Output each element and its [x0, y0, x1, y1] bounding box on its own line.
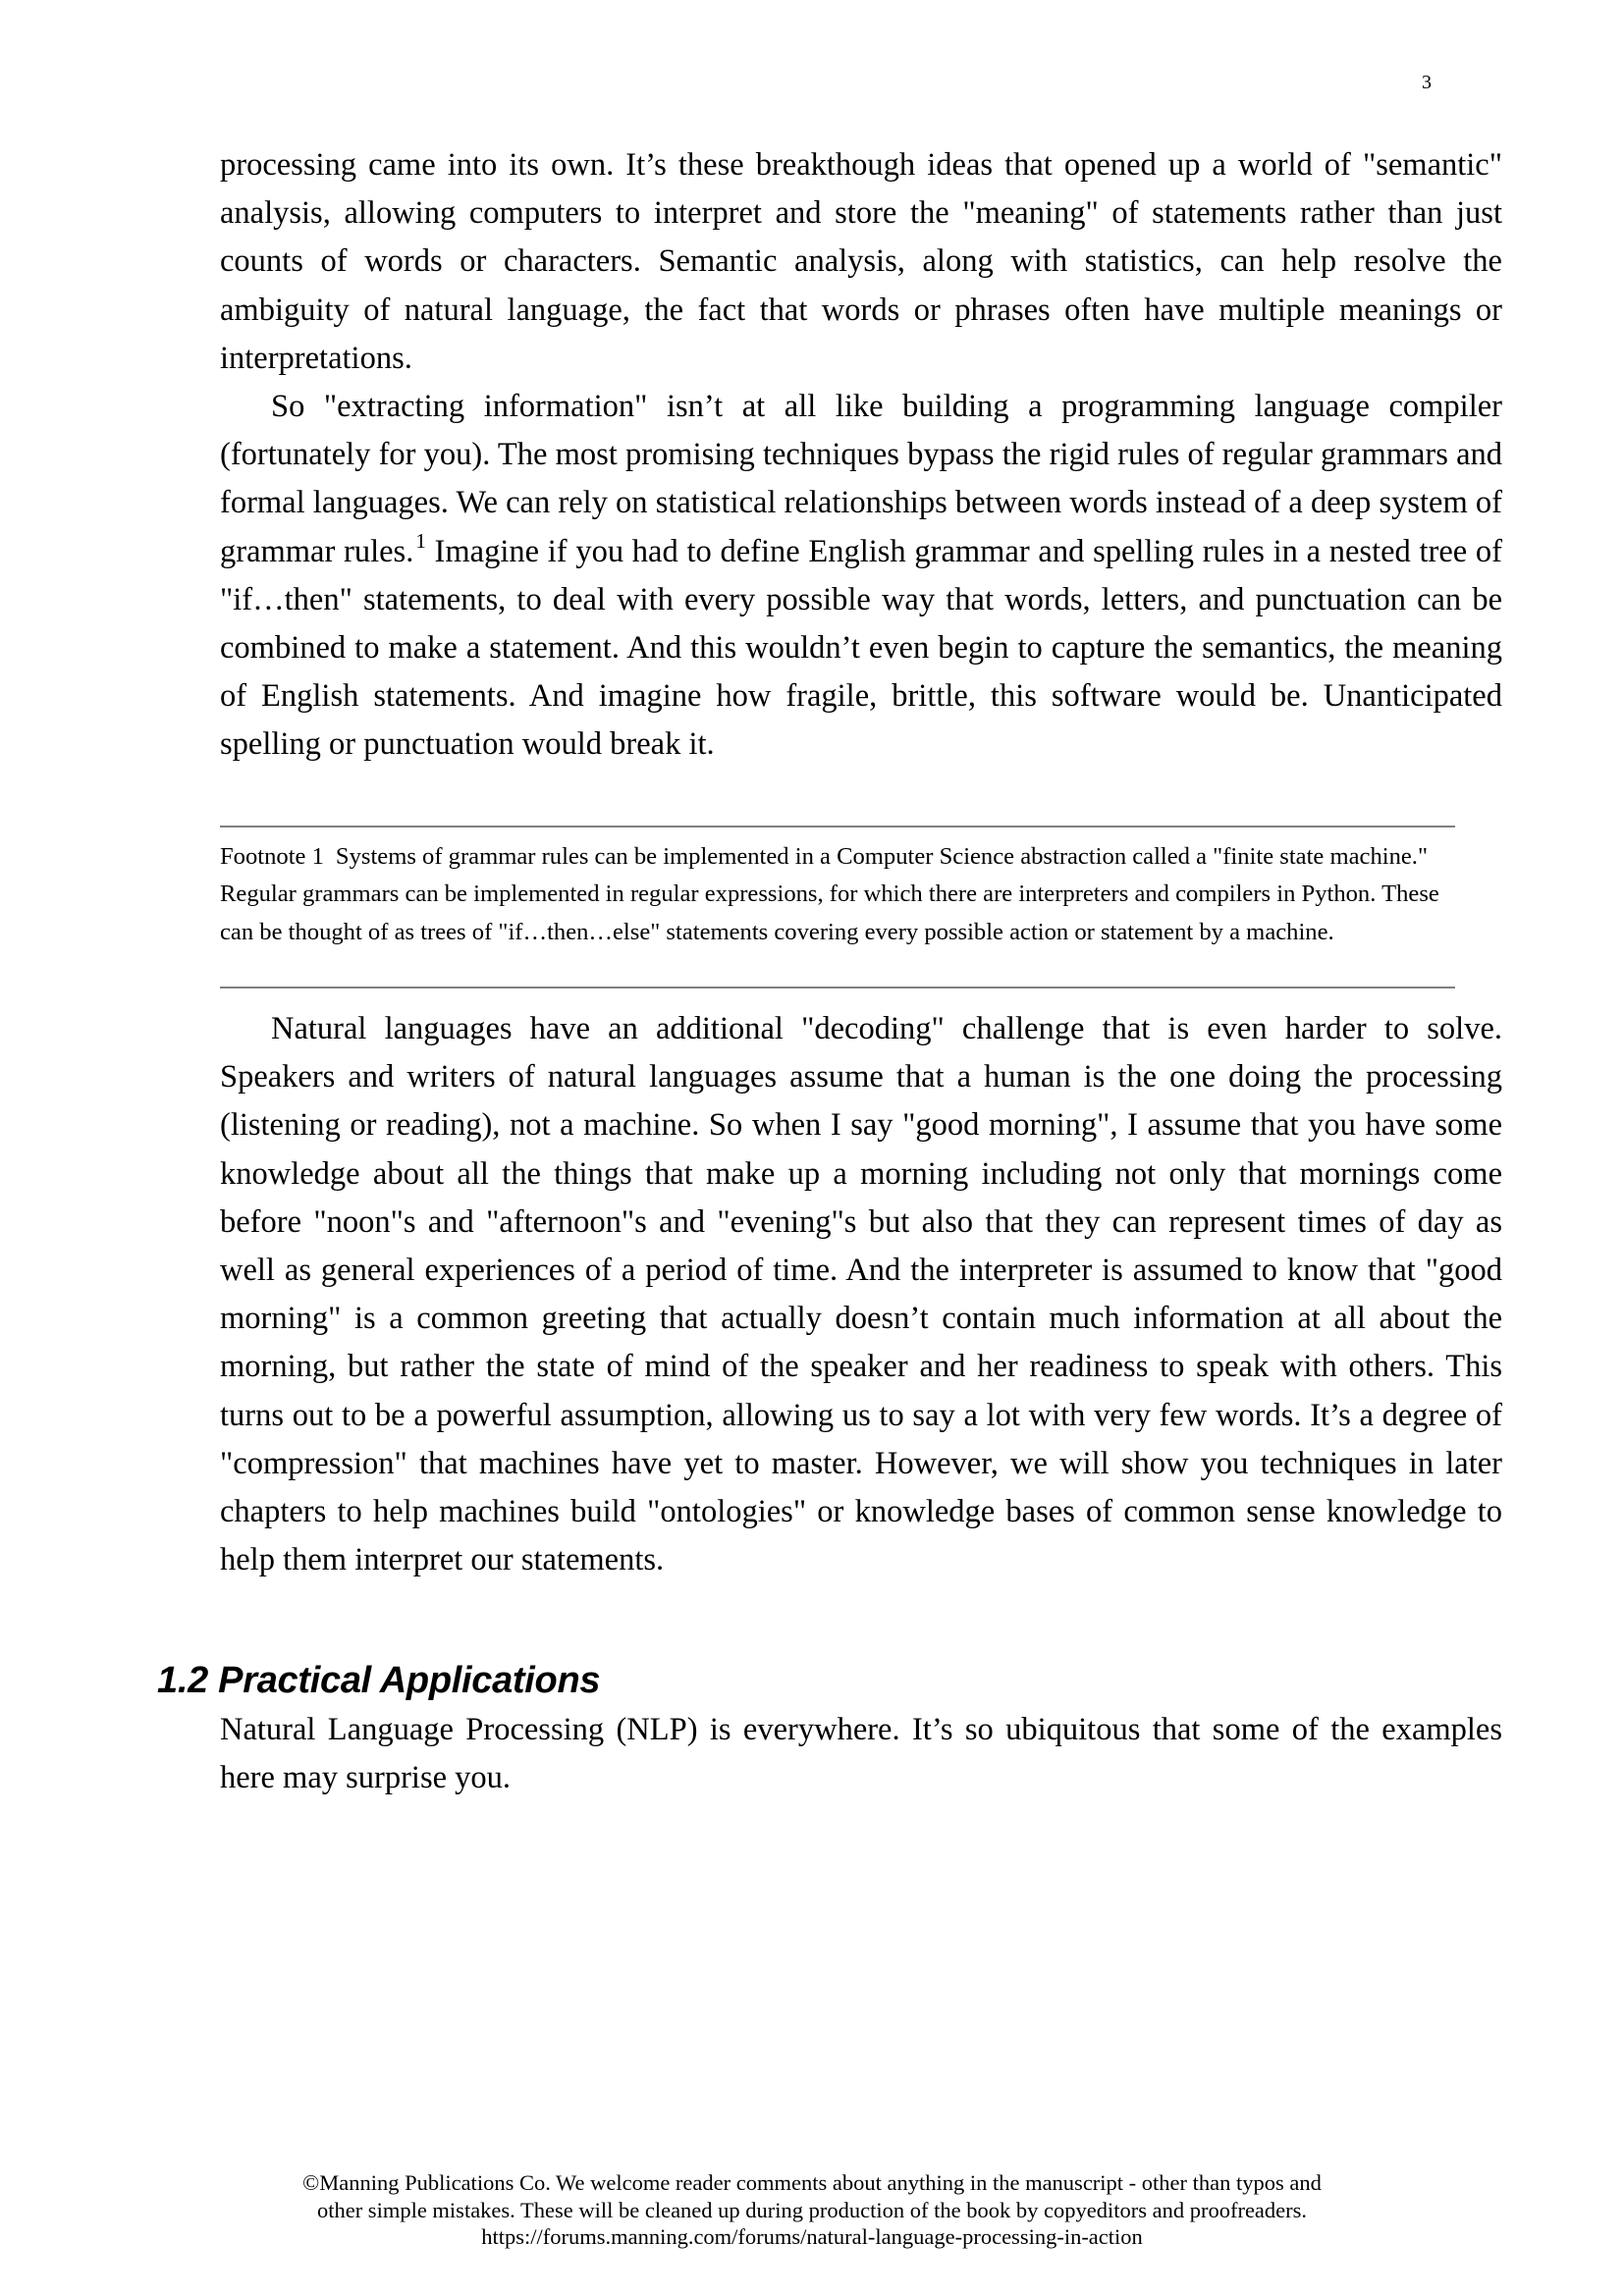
footer-forum-link[interactable]: https://forums.manning.com/forums/natura… — [196, 2223, 1428, 2251]
section-body-text: Natural Language Processing (NLP) is eve… — [220, 1706, 1502, 1802]
footer-copyright-line: ©Manning Publications Co. We welcome rea… — [302, 2170, 1322, 2195]
paragraph: Natural languages have an additional "de… — [220, 1011, 1502, 1578]
page-number: 3 — [1422, 72, 1432, 93]
footnote-text: Systems of grammar rules can be implemen… — [220, 843, 1439, 945]
footnote: Footnote 1 Systems of grammar rules can b… — [220, 838, 1455, 951]
document-page: { "page": { "number": "3" }, "paragraphs… — [0, 0, 1624, 2296]
footer-notice-line: other simple mistakes. These will be cle… — [316, 2197, 1308, 2222]
body-text-block: processing came into its own. It’s these… — [220, 141, 1502, 770]
footnote-divider-bottom — [220, 987, 1455, 988]
section-heading: 1.2 Practical Applications — [157, 1660, 601, 1701]
paragraph: Natural Language Processing (NLP) is eve… — [220, 1712, 1502, 1796]
footnote-label: Footnote 1 — [220, 843, 324, 870]
footnote-divider-top — [220, 826, 1455, 828]
footnote-reference[interactable]: 1 — [415, 529, 426, 553]
paragraph-with-footnote-ref: So "extracting information" isn’t at all… — [220, 383, 1502, 770]
paragraph: processing came into its own. It’s these… — [220, 147, 1502, 376]
page-footer: ©Manning Publications Co. We welcome rea… — [196, 2169, 1428, 2251]
body-text-block: Natural languages have an additional "de… — [220, 1005, 1502, 1584]
